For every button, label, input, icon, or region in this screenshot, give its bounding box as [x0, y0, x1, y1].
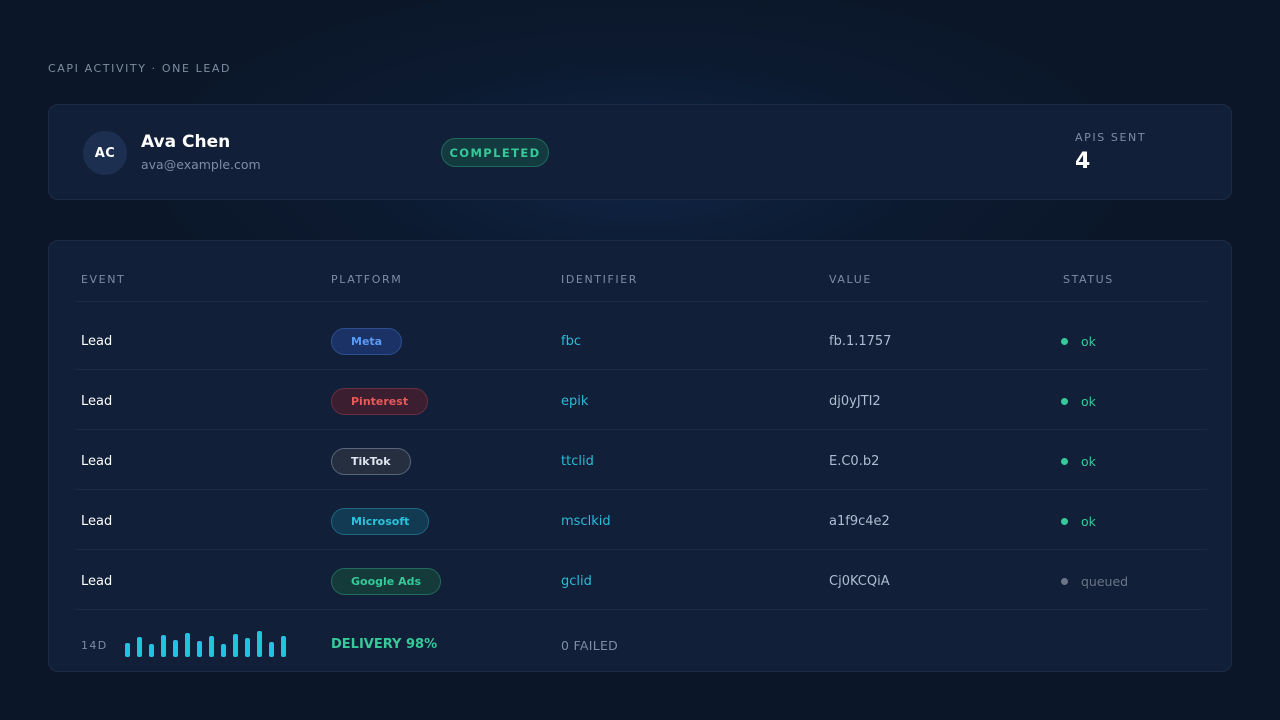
- value-cell: a1f9c4e2: [829, 513, 890, 529]
- range-label: 14D: [81, 639, 108, 652]
- row-divider: [75, 369, 1207, 370]
- status-cell: ok: [1061, 491, 1096, 551]
- status-cell: ok: [1061, 311, 1096, 371]
- platform-badge-pinterest: Pinterest: [331, 387, 429, 415]
- sparkline-bar: [149, 644, 154, 657]
- column-header-identifier: IDENTIFIER: [561, 273, 639, 286]
- apis-sent-value: 4: [1075, 149, 1091, 174]
- identifier-cell: ttclid: [561, 453, 594, 469]
- event-cell: Lead: [81, 573, 113, 589]
- status-dot-icon: [1061, 517, 1068, 525]
- status-text: ok: [1081, 513, 1096, 529]
- header-divider: [75, 301, 1207, 302]
- identifier-cell: gclid: [561, 573, 592, 589]
- value-cell: Cj0KCQiA: [829, 573, 890, 589]
- table-row[interactable]: Lead Microsoft msclkid a1f9c4e2 ok: [49, 491, 1233, 551]
- column-header-event: EVENT: [81, 273, 126, 286]
- table-row[interactable]: Lead Meta fbc fb.1.1757 ok: [49, 311, 1233, 371]
- table-footer: 14D DELIVERY 98% 0 FAILED: [49, 621, 1233, 671]
- platform-cell: TikTok: [331, 431, 411, 491]
- sparkline-bar: [233, 634, 238, 657]
- delivery-sparkline: [123, 629, 293, 657]
- column-header-platform: PLATFORM: [331, 273, 403, 286]
- status-dot-icon: [1061, 337, 1068, 345]
- lead-summary-card: AC Ava Chen ava@example.com COMPLETED AP…: [48, 104, 1232, 200]
- lead-email: ava@example.com: [141, 157, 261, 172]
- sparkline-bar: [245, 638, 250, 657]
- row-divider: [75, 429, 1207, 430]
- events-table-card: EVENT PLATFORM IDENTIFIER VALUE STATUS L…: [48, 240, 1232, 672]
- sparkline-bar: [269, 642, 274, 657]
- value-cell: E.C0.b2: [829, 453, 880, 469]
- delivery-rate: DELIVERY 98%: [331, 637, 438, 652]
- event-cell: Lead: [81, 513, 113, 529]
- status-dot-icon: [1061, 397, 1068, 405]
- platform-badge-microsoft: Microsoft: [331, 507, 430, 535]
- row-divider: [75, 609, 1207, 610]
- column-header-value: VALUE: [829, 273, 872, 286]
- sparkline-bar: [125, 643, 130, 657]
- value-cell: dj0yJTI2: [829, 393, 881, 409]
- identifier-cell: epik: [561, 393, 589, 409]
- table-row[interactable]: Lead Pinterest epik dj0yJTI2 ok: [49, 371, 1233, 431]
- table-row[interactable]: Lead TikTok ttclid E.C0.b2 ok: [49, 431, 1233, 491]
- status-text: ok: [1081, 393, 1096, 409]
- status-cell: queued: [1061, 551, 1128, 611]
- sparkline-bar: [161, 635, 166, 657]
- page-label: CAPI ACTIVITY · ONE LEAD: [48, 62, 232, 75]
- lead-name: Ava Chen: [141, 132, 231, 152]
- row-divider: [75, 549, 1207, 550]
- sparkline-bar: [197, 641, 202, 657]
- platform-cell: Meta: [331, 311, 403, 371]
- lead-status-badge: COMPLETED: [441, 138, 549, 167]
- event-cell: Lead: [81, 453, 113, 469]
- sparkline-bar: [209, 636, 214, 657]
- status-dot-icon: [1061, 457, 1068, 465]
- value-cell: fb.1.1757: [829, 333, 892, 349]
- status-text: ok: [1081, 333, 1096, 349]
- failed-count: 0 FAILED: [561, 638, 619, 653]
- identifier-cell: fbc: [561, 333, 581, 349]
- identifier-cell: msclkid: [561, 513, 611, 529]
- event-cell: Lead: [81, 333, 113, 349]
- status-text: queued: [1081, 573, 1129, 589]
- status-cell: ok: [1061, 431, 1096, 491]
- platform-cell: Microsoft: [331, 491, 430, 551]
- avatar: AC: [83, 131, 127, 175]
- sparkline-bar: [137, 637, 142, 657]
- platform-badge-google-ads: Google Ads: [331, 567, 442, 595]
- event-cell: Lead: [81, 393, 113, 409]
- platform-cell: Google Ads: [331, 551, 442, 611]
- row-divider: [75, 489, 1207, 490]
- sparkline-bar: [257, 631, 262, 657]
- column-header-status: STATUS: [1063, 273, 1114, 286]
- sparkline-bar: [185, 633, 190, 657]
- status-text: ok: [1081, 453, 1096, 469]
- sparkline-bar: [221, 644, 226, 657]
- status-dot-icon: [1061, 577, 1068, 585]
- sparkline-bar: [173, 640, 178, 657]
- status-cell: ok: [1061, 371, 1096, 431]
- apis-sent-label: APIS SENT: [1075, 131, 1147, 144]
- platform-badge-meta: Meta: [331, 327, 403, 355]
- table-row[interactable]: Lead Google Ads gclid Cj0KCQiA queued: [49, 551, 1233, 611]
- platform-cell: Pinterest: [331, 371, 429, 431]
- sparkline-bar: [281, 636, 286, 657]
- platform-badge-tiktok: TikTok: [331, 447, 411, 475]
